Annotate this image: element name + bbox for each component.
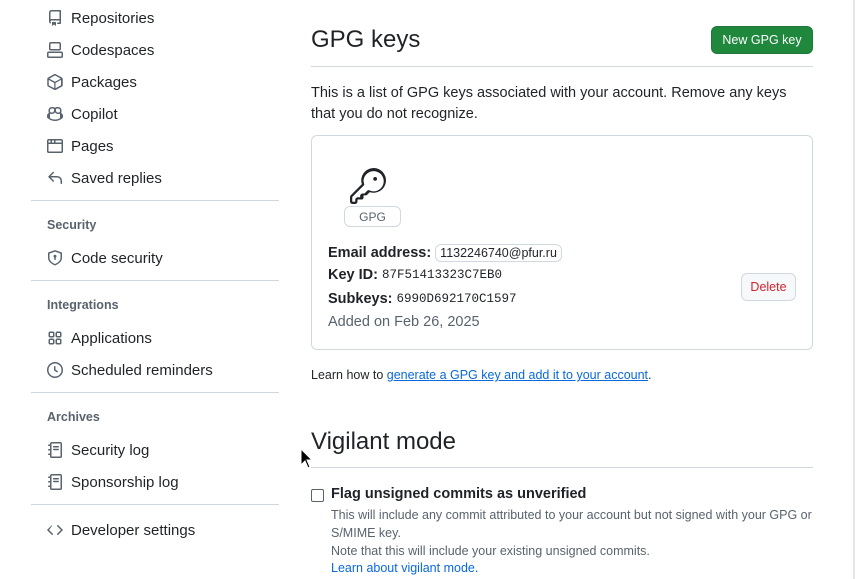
delete-key-button[interactable]: Delete bbox=[741, 273, 796, 301]
sidebar-item-saved-replies[interactable]: Saved replies bbox=[31, 162, 279, 194]
log-icon bbox=[48, 474, 62, 490]
sidebar-divider bbox=[31, 392, 279, 393]
sidebar-item-label: Developer settings bbox=[71, 521, 196, 539]
sidebar-divider bbox=[31, 200, 279, 201]
package-icon bbox=[47, 74, 63, 90]
apps-icon bbox=[48, 331, 62, 345]
mouse-cursor-icon bbox=[300, 448, 314, 469]
subkeys-row: Subkeys: 6990D692170C1597 bbox=[328, 291, 517, 307]
flag-unsigned-checkbox[interactable] bbox=[311, 489, 324, 502]
key-email-row: Email address: 1132246740@pfur.ru bbox=[328, 244, 562, 262]
sidebar-heading-archives: Archives bbox=[47, 410, 100, 424]
sidebar-item-codespaces[interactable]: Codespaces bbox=[31, 34, 279, 66]
sidebar-item-label: Code security bbox=[71, 249, 163, 267]
copilot-icon bbox=[47, 106, 63, 122]
key-id-row: Key ID: 87F51413323C7EB0 bbox=[328, 267, 502, 283]
code-icon bbox=[47, 525, 63, 535]
email-label: Email address: bbox=[328, 245, 432, 261]
sidebar-heading-security: Security bbox=[47, 218, 97, 232]
key-id-value: 87F51413323C7EB0 bbox=[381, 268, 502, 282]
gpg-badge: GPG bbox=[344, 206, 401, 227]
sidebar-item-copilot[interactable]: Copilot bbox=[31, 98, 279, 130]
key-id-label: Key ID: bbox=[328, 267, 378, 283]
flag-unsigned-label[interactable]: Flag unsigned commits as unverified bbox=[331, 486, 586, 502]
sidebar-item-label: Security log bbox=[71, 441, 150, 459]
email-value: 1132246740@pfur.ru bbox=[435, 244, 562, 262]
shield-lock-icon bbox=[48, 250, 62, 266]
sidebar-item-label: Pages bbox=[71, 137, 114, 155]
reply-icon bbox=[48, 171, 62, 184]
sidebar-divider bbox=[31, 280, 279, 281]
learn-prefix: Learn how to bbox=[311, 368, 387, 382]
sidebar-item-label: Sponsorship log bbox=[71, 473, 179, 491]
sidebar-item-scheduled-reminders[interactable]: Scheduled reminders bbox=[31, 354, 279, 386]
sidebar-item-label: Packages bbox=[71, 73, 137, 91]
sidebar-item-packages[interactable]: Packages bbox=[31, 66, 279, 98]
sidebar-item-pages[interactable]: Pages bbox=[31, 130, 279, 162]
gpg-key-item: GPG Email address: 1132246740@pfur.ru Ke… bbox=[311, 135, 813, 350]
gpg-keys-title: GPG keys bbox=[311, 26, 421, 53]
sidebar-item-applications[interactable]: Applications bbox=[31, 322, 279, 354]
codespaces-icon bbox=[47, 42, 63, 58]
browser-icon bbox=[47, 139, 63, 153]
added-date: Added on Feb 26, 2025 bbox=[328, 314, 480, 330]
generate-gpg-key-link[interactable]: generate a GPG key and add it to your ac… bbox=[387, 368, 648, 382]
clock-icon bbox=[47, 362, 63, 378]
vigilant-note-2: Note that this will include your existin… bbox=[331, 544, 650, 558]
key-icon bbox=[350, 168, 386, 204]
log-icon bbox=[48, 442, 62, 458]
sidebar-item-sponsorship-log[interactable]: Sponsorship log bbox=[31, 466, 279, 498]
learn-vigilant-link[interactable]: Learn about vigilant mode. bbox=[331, 561, 478, 575]
gpg-keys-description: This is a list of GPG keys associated wi… bbox=[311, 85, 787, 122]
subkeys-value: 6990D692170C1597 bbox=[396, 292, 517, 306]
sidebar-item-developer-settings[interactable]: Developer settings bbox=[31, 514, 279, 546]
sidebar-divider bbox=[31, 504, 279, 505]
sidebar-item-label: Codespaces bbox=[71, 41, 155, 59]
sidebar-item-label: Saved replies bbox=[71, 169, 162, 187]
sidebar-item-security-log[interactable]: Security log bbox=[31, 434, 279, 466]
section-divider bbox=[311, 66, 813, 67]
sidebar-item-repositories[interactable]: Repositories bbox=[31, 2, 279, 34]
subkeys-label: Subkeys: bbox=[328, 291, 393, 307]
section-divider bbox=[311, 467, 813, 468]
sidebar-item-label: Copilot bbox=[71, 105, 118, 123]
sidebar-item-label: Scheduled reminders bbox=[71, 361, 213, 379]
learn-gpg-text: Learn how to generate a GPG key and add … bbox=[311, 368, 652, 382]
sidebar-item-label: Repositories bbox=[71, 9, 155, 27]
sidebar-heading-integrations: Integrations bbox=[47, 298, 119, 312]
vigilant-note-1: This will include any commit attributed … bbox=[331, 508, 812, 540]
vigilant-mode-title: Vigilant mode bbox=[311, 428, 456, 455]
repo-icon bbox=[48, 10, 61, 26]
sidebar-item-code-security[interactable]: Code security bbox=[31, 242, 279, 274]
learn-suffix: . bbox=[648, 368, 652, 382]
new-gpg-key-button[interactable]: New GPG key bbox=[711, 26, 813, 54]
sidebar-item-label: Applications bbox=[71, 329, 152, 347]
